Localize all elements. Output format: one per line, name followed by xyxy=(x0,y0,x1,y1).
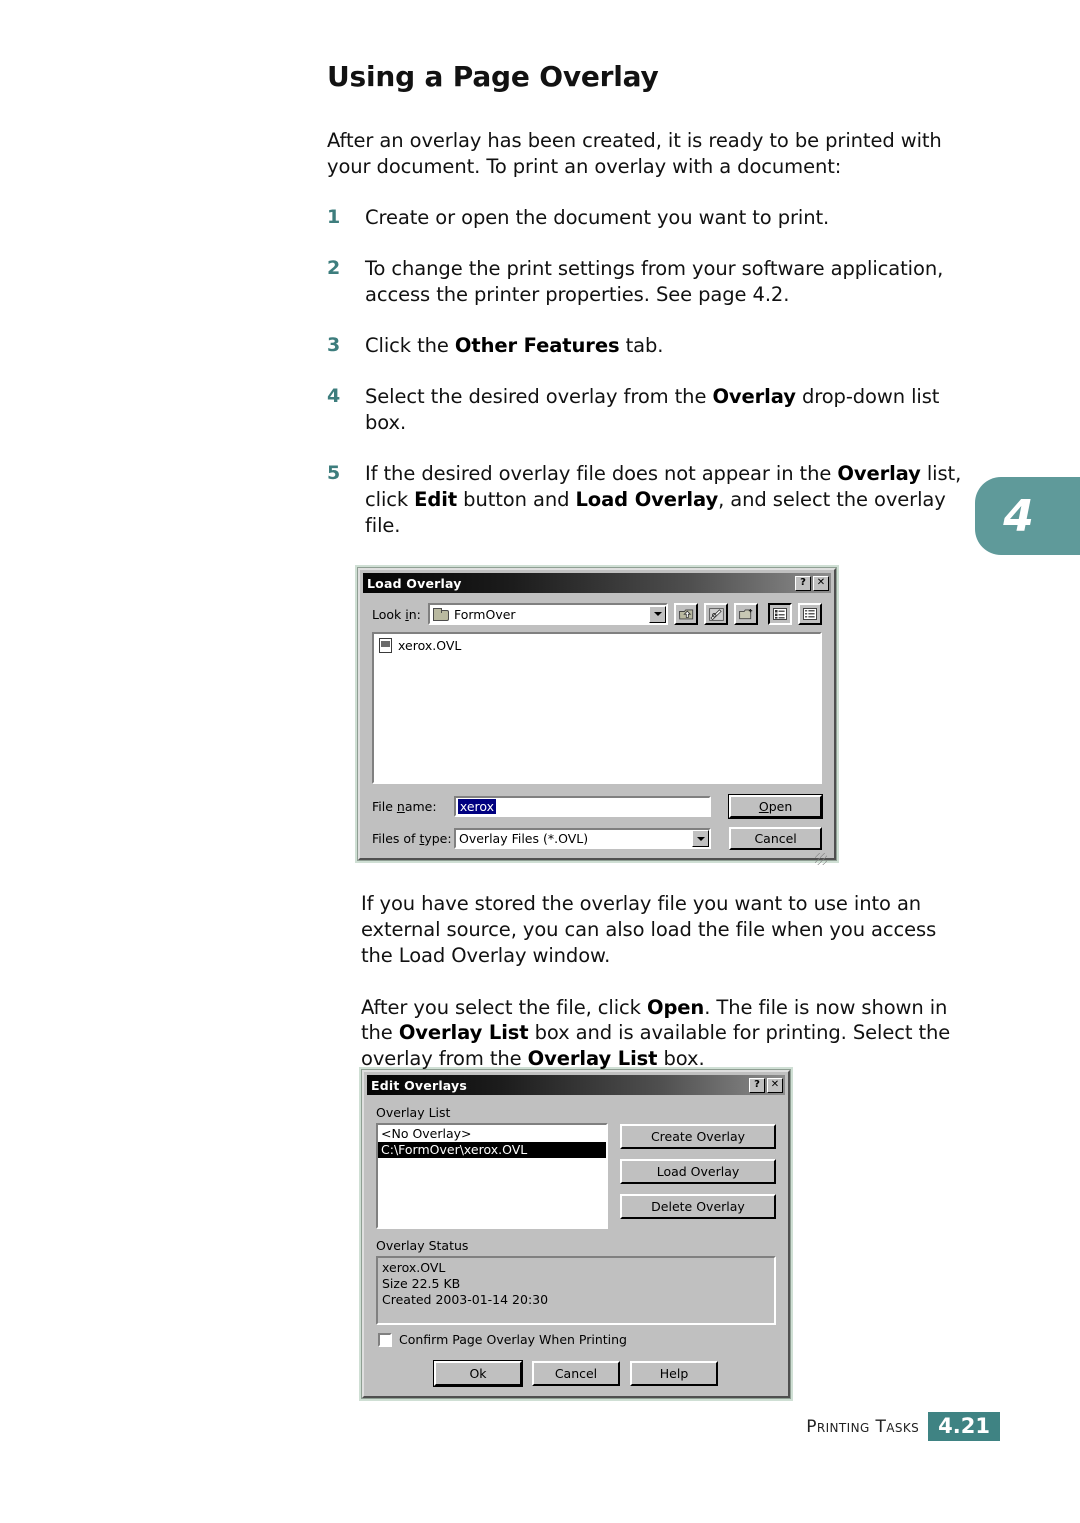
step-4: 4 Select the desired overlay from the Ov… xyxy=(327,384,967,436)
load-overlay-titlebar: Load Overlay ? ✕ xyxy=(363,573,831,593)
file-name: xerox.OVL xyxy=(398,638,462,653)
step-1: 1 Create or open the document you want t… xyxy=(327,205,967,231)
load-overlay-title: Load Overlay xyxy=(367,575,462,591)
step-number: 2 xyxy=(327,257,341,280)
overlay-action-buttons: Create Overlay Load Overlay Delete Overl… xyxy=(620,1123,776,1229)
close-icon[interactable]: ✕ xyxy=(813,575,829,591)
ok-button[interactable]: Ok xyxy=(434,1361,522,1386)
cancel-button[interactable]: Cancel xyxy=(532,1361,620,1386)
confirm-overlay-label: Confirm Page Overlay When Printing xyxy=(399,1332,627,1347)
resize-grip[interactable] xyxy=(815,853,827,865)
list-view-icon[interactable] xyxy=(768,603,792,625)
look-in-select[interactable]: FormOver xyxy=(428,603,668,625)
overlay-list-label: Overlay List xyxy=(376,1105,451,1120)
overlay-listbox[interactable]: <No Overlay> C:\FormOver\xerox.OVL xyxy=(376,1123,608,1229)
overlay-status-label: Overlay Status xyxy=(376,1238,469,1253)
delete-overlay-button[interactable]: Delete Overlay xyxy=(620,1194,776,1219)
file-name-label: File name: xyxy=(372,799,437,814)
edit-overlays-dialog: Edit Overlays ? ✕ Overlay List <No Overl… xyxy=(359,1067,793,1401)
dialog-footer-buttons: Ok Cancel Help xyxy=(376,1361,776,1386)
step-number: 3 xyxy=(327,334,341,357)
chevron-down-icon[interactable] xyxy=(692,830,710,847)
folder-icon xyxy=(433,607,449,621)
chapter-tab-marker: 4 xyxy=(975,477,1080,555)
create-overlay-button[interactable]: Create Overlay xyxy=(620,1124,776,1149)
edit-overlays-body: Overlay List <No Overlay> C:\FormOver\xe… xyxy=(367,1097,785,1395)
document-page: Using a Page Overlay After an overlay ha… xyxy=(0,0,1080,1523)
page-title: Using a Page Overlay xyxy=(327,60,659,93)
load-overlay-dialog: Load Overlay ? ✕ Look in: FormOver xerox… xyxy=(355,565,839,865)
step-text: Select the desired overlay from the Over… xyxy=(365,385,940,435)
file-name-value: xerox xyxy=(457,799,497,814)
step-number: 5 xyxy=(327,461,341,484)
list-item-selected[interactable]: C:\FormOver\xerox.OVL xyxy=(378,1142,606,1158)
look-in-row: Look in: FormOver xyxy=(372,603,822,625)
status-created-date: Created 2003-01-14 20:30 xyxy=(382,1292,549,1307)
favorites-icon[interactable] xyxy=(704,603,728,625)
status-file-size: Size 22.5 KB xyxy=(382,1276,461,1291)
paragraph-after-open: After you select the file, click Open. T… xyxy=(361,995,951,1071)
footer-section-label: Printing Tasks xyxy=(806,1416,920,1437)
help-icon[interactable]: ? xyxy=(795,575,811,591)
step-number: 1 xyxy=(327,206,341,229)
look-in-label: Look in: xyxy=(372,606,421,622)
edit-overlays-title: Edit Overlays xyxy=(371,1077,468,1093)
step-text: Click the Other Features tab. xyxy=(365,334,664,358)
look-in-value: FormOver xyxy=(454,606,516,622)
step-text: To change the print settings from your s… xyxy=(365,257,944,307)
list-item[interactable]: <No Overlay> xyxy=(378,1126,606,1142)
paragraph-external-source: If you have stored the overlay file you … xyxy=(361,891,937,967)
ovl-file-icon xyxy=(379,638,392,653)
files-of-type-select[interactable]: Overlay Files (*.OVL) xyxy=(454,828,712,849)
overlay-status-box: xerox.OVL Size 22.5 KB Created 2003-01-1… xyxy=(376,1256,776,1325)
new-folder-icon[interactable] xyxy=(734,603,758,625)
page-footer: Printing Tasks 4.21 xyxy=(0,1412,1000,1442)
up-one-level-icon[interactable] xyxy=(674,603,698,625)
file-name-input[interactable]: xerox xyxy=(453,796,712,817)
details-view-icon[interactable] xyxy=(798,603,822,625)
load-overlay-body: Look in: FormOver xerox.OVL File name: x… xyxy=(363,595,831,868)
file-name-row: File name: xerox Open xyxy=(372,795,822,818)
list-item[interactable]: xerox.OVL xyxy=(379,638,815,653)
help-button[interactable]: Help xyxy=(630,1361,718,1386)
files-of-type-row: Files of type: Overlay Files (*.OVL) Can… xyxy=(372,827,822,850)
edit-overlays-titlebar: Edit Overlays ? ✕ xyxy=(367,1075,785,1095)
help-icon[interactable]: ? xyxy=(749,1077,765,1093)
overlay-list-section: <No Overlay> C:\FormOver\xerox.OVL Creat… xyxy=(376,1123,776,1229)
cancel-button[interactable]: Cancel xyxy=(729,827,822,850)
close-icon[interactable]: ✕ xyxy=(767,1077,783,1093)
intro-paragraph: After an overlay has been created, it is… xyxy=(327,128,942,178)
step-2: 2 To change the print settings from your… xyxy=(327,256,967,308)
confirm-overlay-checkbox[interactable] xyxy=(378,1332,392,1347)
confirm-overlay-row[interactable]: Confirm Page Overlay When Printing xyxy=(378,1332,776,1347)
load-overlay-button[interactable]: Load Overlay xyxy=(620,1159,776,1184)
files-of-type-label: Files of type: xyxy=(372,831,452,846)
step-text: Create or open the document you want to … xyxy=(365,206,830,230)
step-text: If the desired overlay file does not app… xyxy=(365,461,962,537)
chevron-down-icon[interactable] xyxy=(649,605,666,623)
step-number: 4 xyxy=(327,385,341,408)
step-5: 5 If the desired overlay file does not a… xyxy=(327,461,967,539)
files-of-type-value: Overlay Files (*.OVL) xyxy=(459,831,589,846)
footer-page-number: 4.21 xyxy=(928,1412,1000,1442)
step-3: 3 Click the Other Features tab. xyxy=(327,333,967,359)
file-list[interactable]: xerox.OVL xyxy=(372,632,822,784)
status-file-name: xerox.OVL xyxy=(382,1260,446,1275)
open-button[interactable]: Open xyxy=(729,795,822,818)
